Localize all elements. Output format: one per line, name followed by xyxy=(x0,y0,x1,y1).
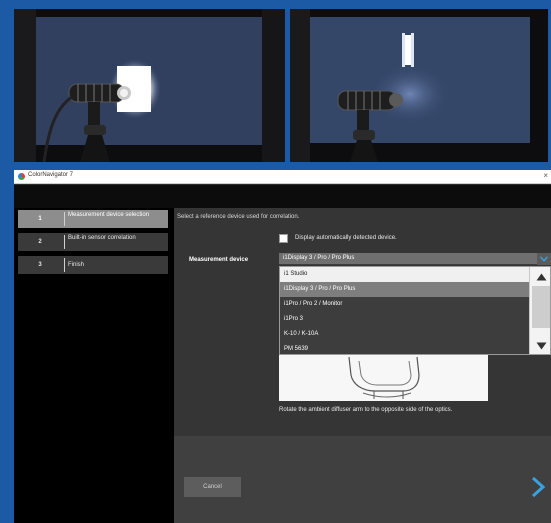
triangle-up-icon[interactable] xyxy=(536,273,547,281)
step-measurement-device-selection[interactable]: 1 Measurement device selection xyxy=(18,210,168,228)
app-logo-icon xyxy=(18,173,25,180)
wizard-footer: Cancel xyxy=(174,436,551,523)
step-number: 3 xyxy=(38,262,42,268)
list-item-pm5639[interactable]: PM 5639 xyxy=(280,342,529,354)
auto-detect-checkbox[interactable] xyxy=(279,234,288,243)
photo-sensor-diffuser xyxy=(290,9,548,162)
photo-right-graphic xyxy=(290,9,548,162)
dropdown-toggle[interactable] xyxy=(537,253,551,265)
list-item-k10[interactable]: K-10 / K-10A xyxy=(280,327,529,342)
window-titlebar: ColorNavigator 7 × xyxy=(14,170,551,184)
list-item-i1display[interactable]: i1Display 3 / Pro / Pro Plus xyxy=(280,282,529,297)
step-label: Built-in sensor correlation xyxy=(68,235,136,241)
list-scrollbar[interactable] xyxy=(529,267,550,354)
colornavigator-window: ColorNavigator 7 × 1 Measurement device … xyxy=(14,170,551,523)
step-number: 2 xyxy=(38,239,42,245)
wizard-sidebar: 1 Measurement device selection 2 Built-i… xyxy=(14,208,174,523)
measurement-device-dropdown[interactable]: i1Display 3 / Pro / Pro Plus xyxy=(279,253,551,265)
scrollbar-thumb[interactable] xyxy=(532,286,550,328)
step-divider xyxy=(64,258,65,272)
chevron-right-icon[interactable] xyxy=(529,476,547,498)
measurement-device-list[interactable]: i1 Studio i1Display 3 / Pro / Pro Plus i… xyxy=(279,266,551,355)
photo-sensor-on-screen xyxy=(14,9,285,162)
step-number: 1 xyxy=(38,216,42,222)
instruction-text: Select a reference device used for corre… xyxy=(177,214,300,220)
diffuser-instruction: Rotate the ambient diffuser arm to the o… xyxy=(279,407,453,413)
auto-detect-checkbox-label: Display automatically detected device. xyxy=(295,235,397,241)
step-finish[interactable]: 3 Finish xyxy=(18,256,168,274)
triangle-down-icon[interactable] xyxy=(536,342,547,350)
step-divider xyxy=(64,235,65,249)
window-header-band xyxy=(14,185,551,208)
window-title: ColorNavigator 7 xyxy=(28,172,74,178)
step-label: Finish xyxy=(68,262,85,268)
list-item-i1-studio[interactable]: i1 Studio xyxy=(280,267,529,282)
measurement-device-label: Measurement device xyxy=(189,257,249,263)
step-built-in-sensor-correlation[interactable]: 2 Built-in sensor correlation xyxy=(18,233,168,251)
sensor-diagram xyxy=(279,355,488,401)
list-item-i1pro-pro2[interactable]: i1Pro / Pro 2 / Monitor xyxy=(280,297,529,312)
list-item-i1pro3[interactable]: i1Pro 3 xyxy=(280,312,529,327)
photo-left-graphic xyxy=(14,9,285,162)
close-icon[interactable]: × xyxy=(543,171,548,180)
chevron-down-icon xyxy=(540,256,548,262)
step-divider xyxy=(64,212,65,226)
dropdown-selected-value: i1Display 3 / Pro / Pro Plus xyxy=(283,255,355,261)
sensor-diffuser-illustration xyxy=(279,355,488,401)
main-panel: Select a reference device used for corre… xyxy=(174,208,551,523)
step-label: Measurement device selection xyxy=(68,212,150,218)
cancel-button[interactable]: Cancel xyxy=(184,477,241,497)
